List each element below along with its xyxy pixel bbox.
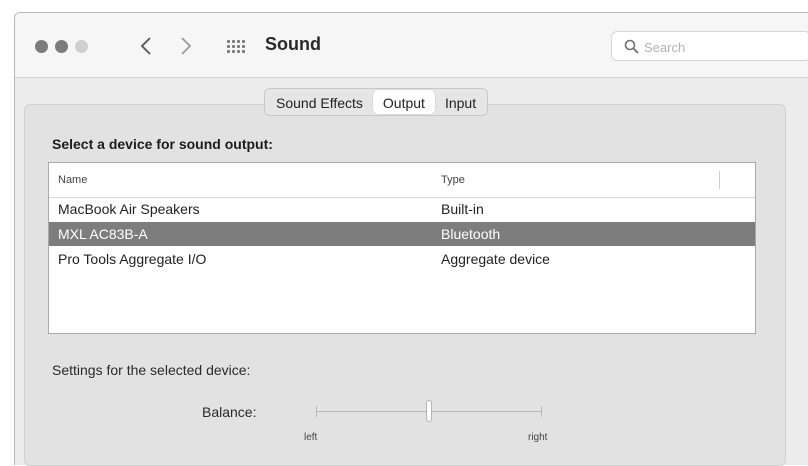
tab-bar: Sound Effects Output Input xyxy=(264,88,489,116)
forward-arrow-icon xyxy=(181,37,192,55)
titlebar: Sound xyxy=(15,13,808,78)
back-button[interactable] xyxy=(135,33,157,59)
column-header-name[interactable]: Name xyxy=(58,174,87,186)
device-type: Aggregate device xyxy=(441,251,550,267)
device-type: Bluetooth xyxy=(441,226,501,242)
balance-slider[interactable] xyxy=(316,400,542,422)
balance-label: Balance: xyxy=(202,404,257,420)
device-name: Pro Tools Aggregate I/O xyxy=(58,251,207,267)
search-input[interactable] xyxy=(642,37,796,57)
column-divider xyxy=(719,171,720,189)
search-icon xyxy=(624,39,639,54)
tab-sound-effects[interactable]: Sound Effects xyxy=(266,90,373,114)
table-header: Name Type xyxy=(49,163,755,198)
table-row[interactable]: Pro Tools Aggregate I/O Aggregate device xyxy=(49,247,755,271)
minimize-window-button[interactable] xyxy=(55,40,68,53)
tab-input[interactable]: Input xyxy=(435,90,486,114)
back-arrow-icon xyxy=(140,37,151,55)
table-row[interactable]: MacBook Air Speakers Built-in xyxy=(49,197,755,221)
device-name: MXL AC83B-A xyxy=(58,226,148,242)
device-name: MacBook Air Speakers xyxy=(58,201,200,217)
show-all-grid-icon[interactable] xyxy=(227,37,247,55)
slider-tick-right xyxy=(541,406,542,417)
output-device-heading: Select a device for sound output: xyxy=(52,136,273,152)
forward-button[interactable] xyxy=(175,33,197,59)
output-device-table[interactable]: Name Type MacBook Air Speakers Built-in … xyxy=(48,162,756,334)
zoom-window-button[interactable] xyxy=(75,40,88,53)
slider-tick-left xyxy=(316,406,317,417)
balance-max-label: right xyxy=(528,432,548,443)
window-title: Sound xyxy=(265,34,321,54)
slider-thumb[interactable] xyxy=(426,400,432,422)
settings-heading: Settings for the selected device: xyxy=(52,362,251,378)
tab-output[interactable]: Output xyxy=(372,90,435,114)
balance-min-label: left xyxy=(304,432,318,443)
column-header-type[interactable]: Type xyxy=(441,174,465,186)
close-window-button[interactable] xyxy=(35,40,48,53)
table-row-selected[interactable]: MXL AC83B-A Bluetooth xyxy=(49,222,755,246)
device-type: Built-in xyxy=(441,201,484,217)
search-field[interactable] xyxy=(611,31,808,61)
